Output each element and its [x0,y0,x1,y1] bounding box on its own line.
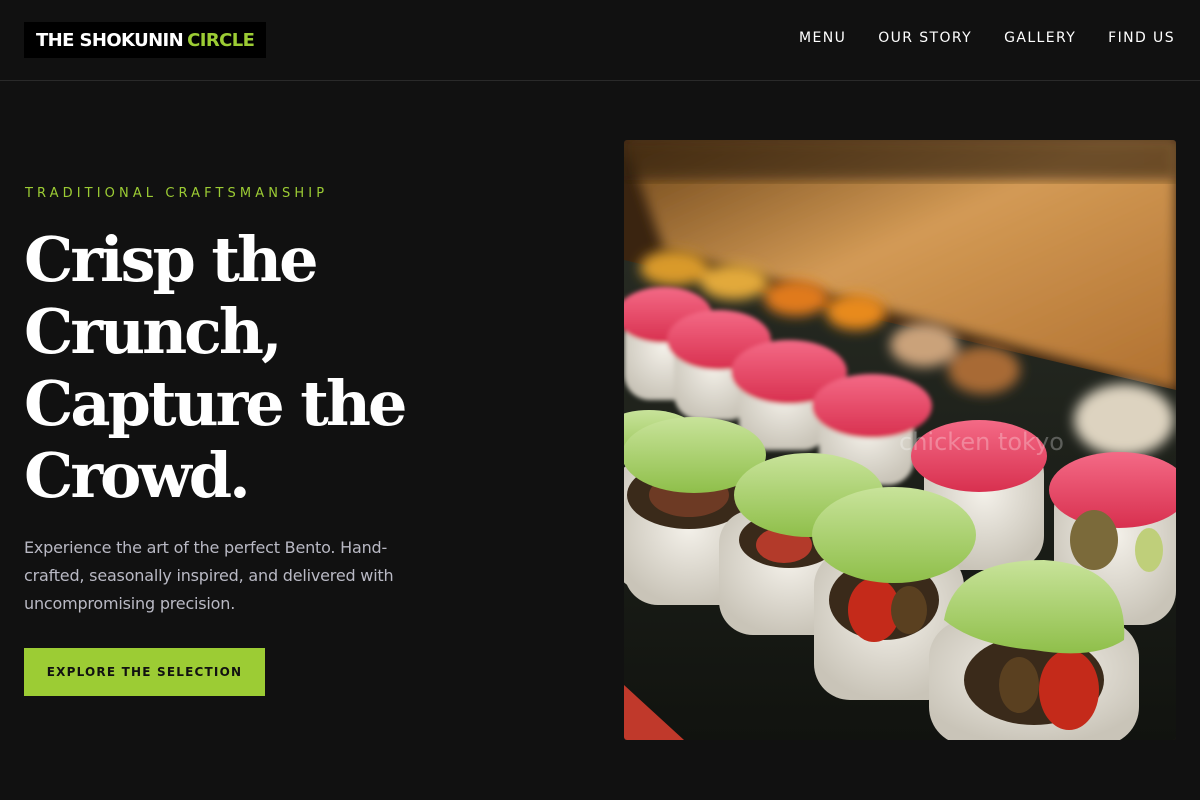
nav-item-find-us[interactable]: FIND US [1108,30,1175,46]
nav-item-our-story[interactable]: OUR STORY [878,30,972,46]
hero-eyebrow: TRADITIONAL CRAFTSMANSHIP [25,186,329,201]
headline-line: Crunch, [24,295,283,368]
explore-selection-button[interactable]: EXPLORE THE SELECTION [24,648,265,696]
image-watermark: chicken tokyo [899,428,1064,456]
description-line: Experience the art of the perfect Bento.… [24,538,388,557]
hero-sushi-image: chicken tokyo [624,140,1176,740]
logo-accent-text: CIRCLE [187,29,255,51]
main-nav: MENU OUR STORY GALLERY FIND US [799,30,1175,46]
hero-headline: Crisp the Crunch, Capture the Crowd. [24,224,544,512]
headline-line: Capture the [24,367,407,440]
description-line: crafted, seasonally inspired, and delive… [24,566,394,585]
site-header: THE SHOKUNIN CIRCLE MENU OUR STORY GALLE… [0,0,1200,81]
description-line: uncompromising precision. [24,594,236,613]
logo-primary-text: THE SHOKUNIN [36,29,184,51]
nav-item-menu[interactable]: MENU [799,30,846,46]
headline-line: Crisp the [24,223,319,296]
hero-description: Experience the art of the perfect Bento.… [24,534,444,618]
nav-item-gallery[interactable]: GALLERY [1004,30,1076,46]
headline-line: Crowd. [24,439,251,512]
site-logo[interactable]: THE SHOKUNIN CIRCLE [24,22,267,58]
